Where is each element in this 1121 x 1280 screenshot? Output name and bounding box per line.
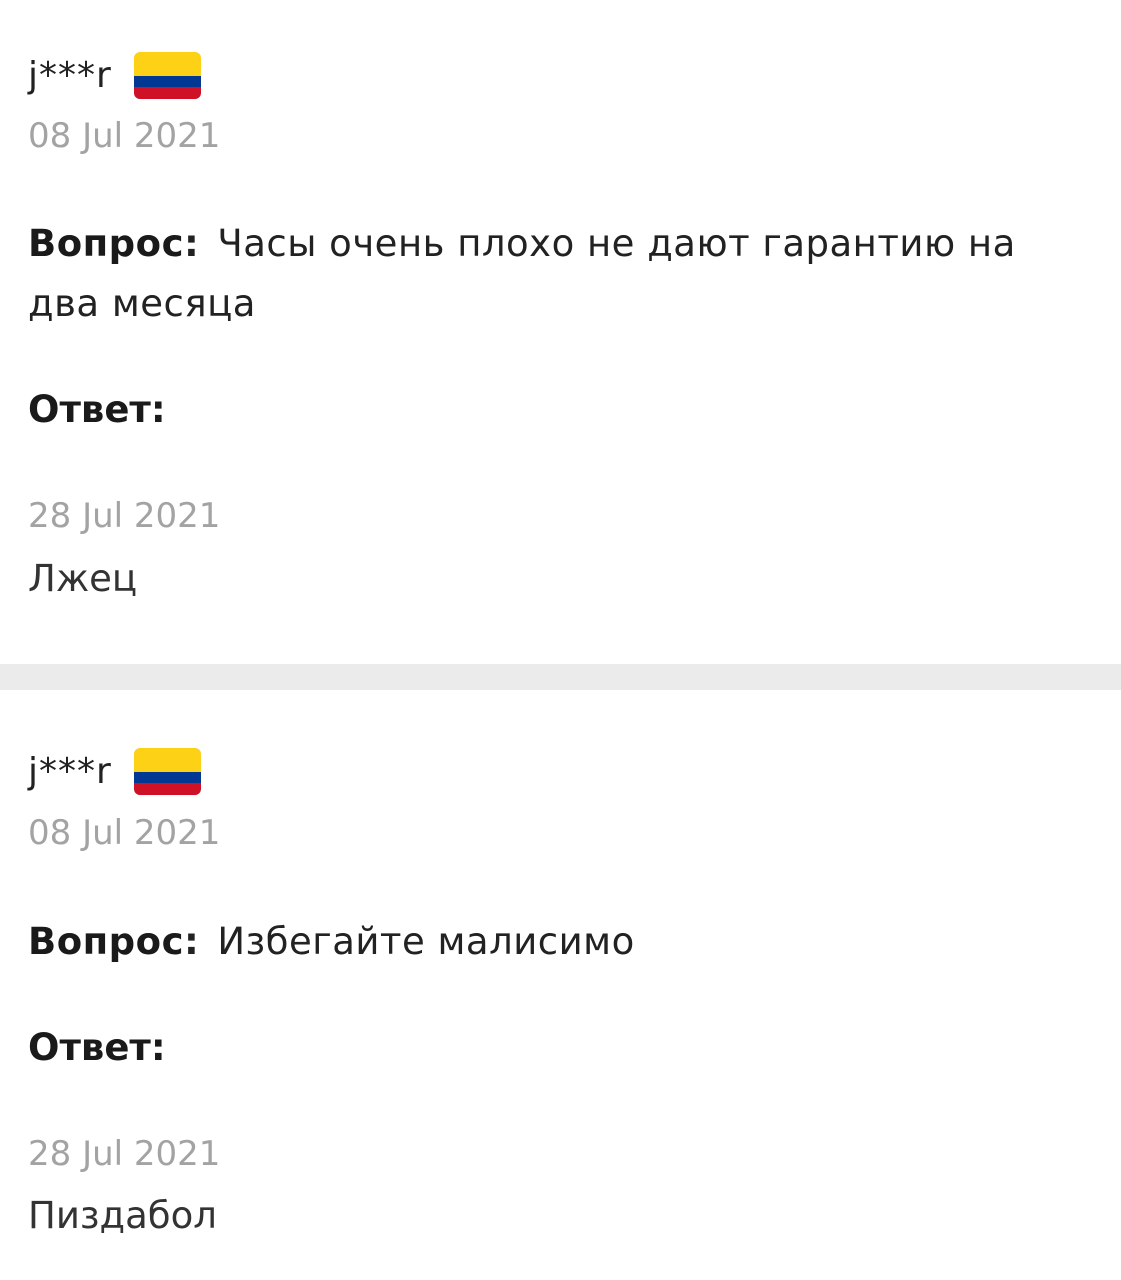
question: Вопрос: Избегайте малисимо [28,912,1098,972]
flag-band-yellow [133,748,201,772]
question-date: 08 Jul 2021 [28,116,221,156]
answer-date: 28 Jul 2021 [28,1134,221,1174]
answer-text: Лжец [28,557,138,600]
question-label: Вопрос [28,222,185,265]
flag-band-red [133,783,201,795]
question-date: 08 Jul 2021 [28,813,221,853]
question-colon: : [184,222,200,265]
question-colon: : [184,920,200,963]
user-row: j***r [28,52,201,99]
answer-date: 28 Jul 2021 [28,496,221,536]
colombia-flag-icon [133,52,201,99]
answer-label: Ответ: [28,1026,166,1069]
qa-item: j***r 08 Jul 2021 Вопрос: Часы очень плох… [0,0,1121,664]
username: j***r [28,54,112,96]
question-text: Избегайте малисимо [217,920,635,963]
flag-band-yellow [133,52,201,76]
answer-label: Ответ: [28,388,166,431]
question-label: Вопрос [28,920,185,963]
flag-band-blue [133,771,201,784]
colombia-flag-icon [133,748,201,795]
flag-band-blue [133,75,201,88]
qa-item: j***r 08 Jul 2021 Вопрос: Избегайте малис… [0,690,1121,1280]
section-divider [0,664,1121,690]
username: j***r [28,750,112,792]
question: Вопрос: Часы очень плохо не дают гарантию… [28,214,1098,334]
user-row: j***r [28,748,201,795]
flag-band-red [133,87,201,99]
answer-text: Пиздабол [28,1194,217,1237]
